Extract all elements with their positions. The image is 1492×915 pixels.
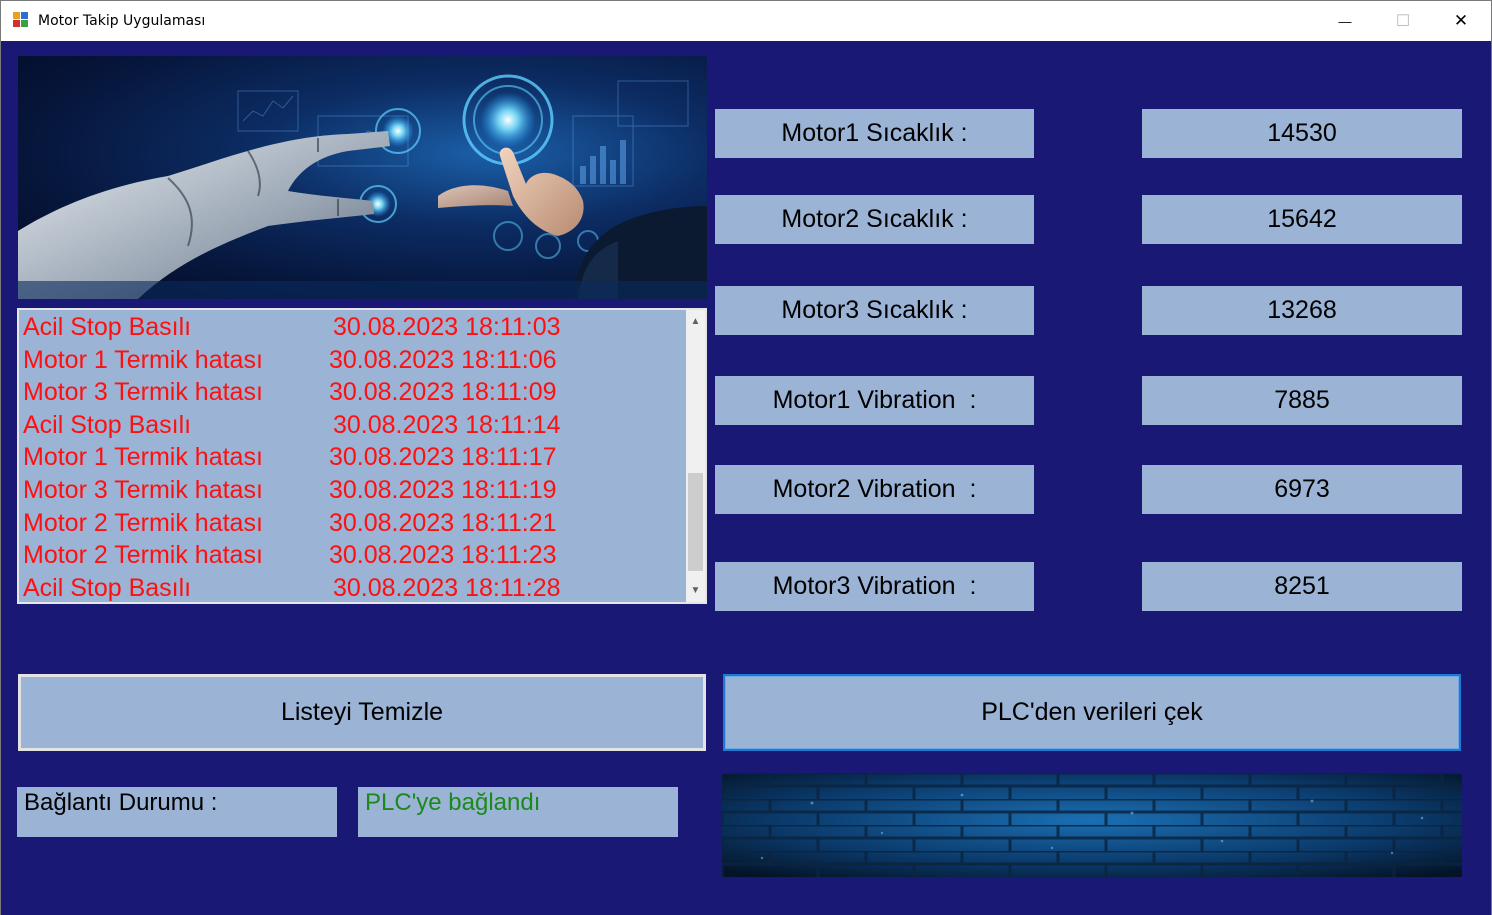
maximize-button[interactable]: ☐ [1374,1,1432,41]
alarm-timestamp: 30.08.2023 18:11:28 [333,573,561,602]
alarm-timestamp: 30.08.2023 18:11:06 [329,345,557,374]
list-item[interactable]: Motor 2 Termik hatası 30.08.2023 18:11:2… [23,539,683,572]
motor2-temp-value: 15642 [1142,195,1462,244]
connection-status-value: PLC'ye bağlandı [358,787,678,837]
list-item[interactable]: Acil Stop Basılı 30.08.2023 18:11:28 [23,572,683,602]
alarm-list[interactable]: Acil Stop Basılı 30.08.2023 18:11:03 Mot… [17,308,707,604]
alarm-message: Motor 1 Termik hatası [23,345,263,374]
list-scrollbar[interactable]: ▲ ▼ [686,310,705,602]
main-form: Acil Stop Basılı 30.08.2023 18:11:03 Mot… [1,41,1491,915]
close-button[interactable]: ✕ [1432,1,1490,41]
motor1-vibration-label: Motor1 Vibration : [715,376,1034,425]
brick-wall-illustration [722,773,1462,877]
motor1-temp-value: 14530 [1142,109,1462,158]
motor2-vibration-label: Motor2 Vibration : [715,465,1034,514]
motor3-temp-value: 13268 [1142,286,1462,335]
fetch-plc-data-button[interactable]: PLC'den verileri çek [723,674,1461,751]
connection-status-label: Bağlantı Durumu : [17,787,337,837]
list-item[interactable]: Motor 2 Termik hatası 30.08.2023 18:11:2… [23,507,683,540]
alarm-message: Acil Stop Basılı [23,410,192,439]
alarm-message: Motor 2 Termik hatası [23,508,263,537]
alarm-message: Acil Stop Basılı [23,573,192,602]
list-item[interactable]: Motor 3 Termik hatası 30.08.2023 18:11:1… [23,474,683,507]
alarm-timestamp: 30.08.2023 18:11:19 [329,475,557,504]
hero-illustration [18,74,707,299]
alarm-timestamp: 30.08.2023 18:11:14 [333,410,561,439]
list-item[interactable]: Acil Stop Basılı 30.08.2023 18:11:14 [23,409,683,442]
window-title: Motor Takip Uygulaması [38,13,206,29]
motor3-vibration-value: 8251 [1142,562,1462,611]
minimize-icon: — [1338,13,1352,29]
motor2-vibration-value: 6973 [1142,465,1462,514]
maximize-icon: ☐ [1395,13,1411,30]
motor3-vibration-label: Motor3 Vibration : [715,562,1034,611]
clear-list-button[interactable]: Listeyi Temizle [18,674,706,751]
alarm-timestamp: 30.08.2023 18:11:17 [329,443,557,472]
motor1-temp-label: Motor1 Sıcaklık : [715,109,1034,158]
alarm-message: Acil Stop Basılı [23,313,192,341]
list-item[interactable]: Acil Stop Basılı 30.08.2023 18:11:03 [23,311,683,344]
alarm-timestamp: 30.08.2023 18:11:03 [333,313,561,341]
alarm-message: Motor 2 Termik hatası [23,541,263,570]
alarm-timestamp: 30.08.2023 18:11:09 [329,378,557,407]
list-item[interactable]: Motor 1 Termik hatası 30.08.2023 18:11:0… [23,344,683,377]
motor1-vibration-value: 7885 [1142,376,1462,425]
alarm-message: Motor 3 Termik hatası [23,378,263,407]
scroll-down-icon[interactable]: ▼ [686,581,705,600]
list-item[interactable]: Motor 1 Termik hatası 30.08.2023 18:11:1… [23,441,683,474]
minimize-button[interactable]: — [1316,1,1374,41]
alarm-message: Motor 1 Termik hatası [23,443,263,472]
motor3-temp-label: Motor3 Sıcaklık : [715,286,1034,335]
alarm-list-items: Acil Stop Basılı 30.08.2023 18:11:03 Mot… [23,311,683,602]
scroll-up-icon[interactable]: ▲ [686,312,705,331]
blue-brick-wall-image [722,773,1462,877]
alarm-timestamp: 30.08.2023 18:11:21 [329,508,557,537]
list-item[interactable]: Motor 3 Termik hatası 30.08.2023 18:11:0… [23,376,683,409]
robot-hand-touch-image [18,56,707,299]
alarm-timestamp: 30.08.2023 18:11:23 [329,541,557,570]
alarm-message: Motor 3 Termik hatası [23,475,263,504]
motor2-temp-label: Motor2 Sıcaklık : [715,195,1034,244]
scroll-thumb[interactable] [688,473,703,571]
app-icon [13,12,30,29]
app-window: Motor Takip Uygulaması — ☐ ✕ Acil Stop B… [0,0,1492,915]
title-bar[interactable]: Motor Takip Uygulaması — ☐ ✕ [1,1,1491,41]
close-icon: ✕ [1453,11,1469,30]
